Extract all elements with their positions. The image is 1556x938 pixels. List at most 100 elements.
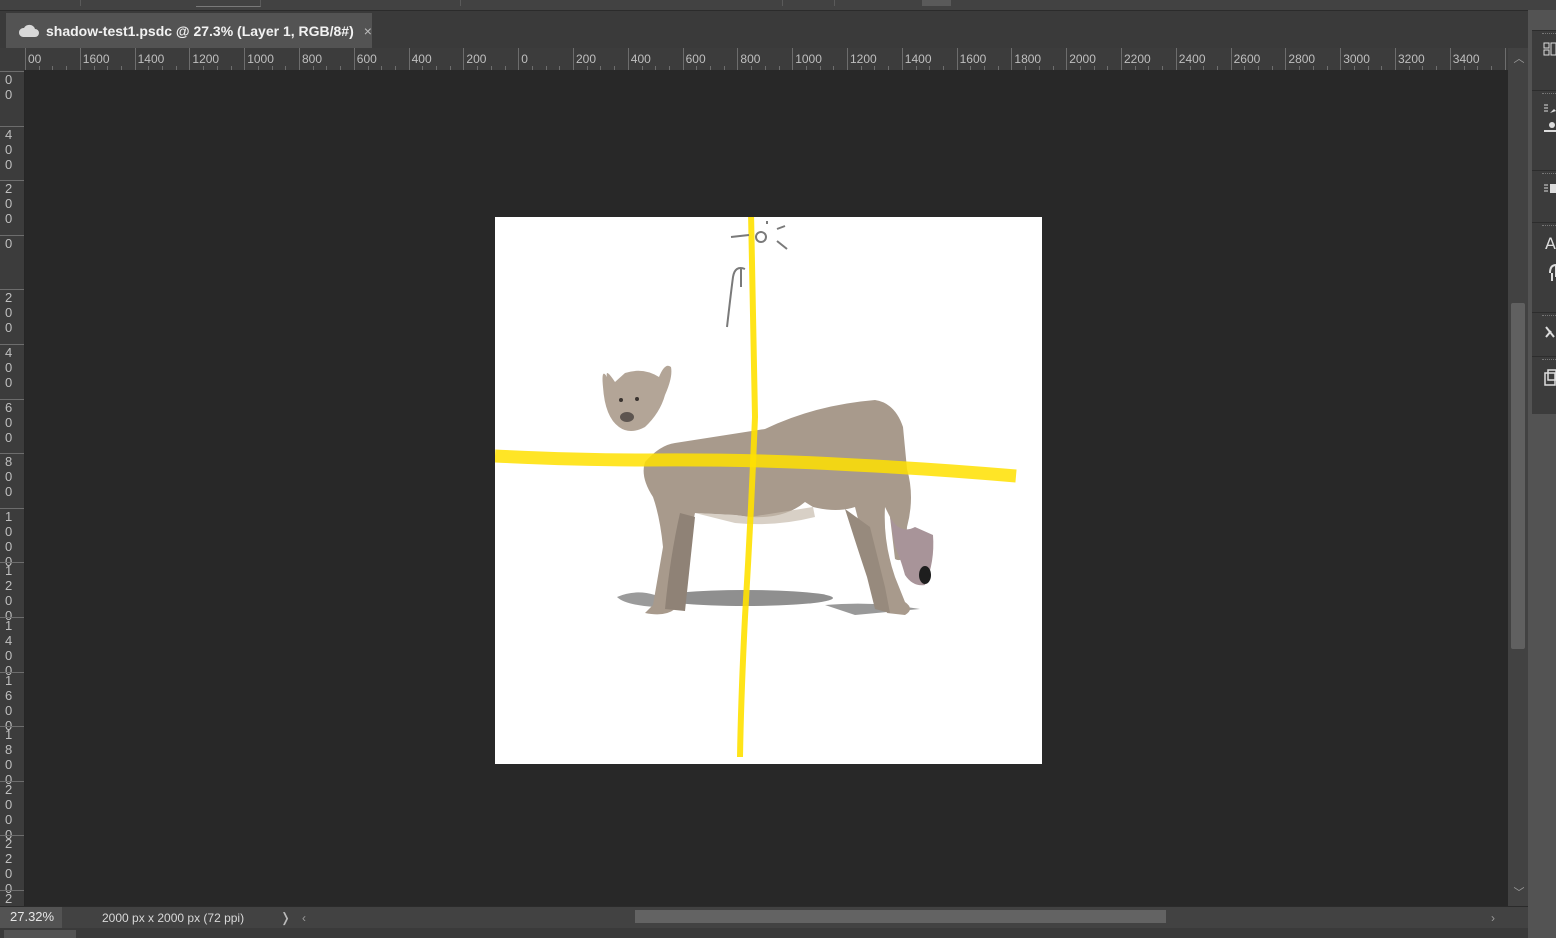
document-tab-bar: shadow-test1.psdc @ 27.3% (Layer 1, RGB/… xyxy=(0,10,1528,49)
ruler-label: 1400 xyxy=(137,52,165,66)
tool-presets-button[interactable] xyxy=(1532,312,1556,353)
adjustments-icon xyxy=(1544,104,1556,132)
ruler-label: 3000 xyxy=(1343,52,1370,66)
ruler-label: 0 xyxy=(5,235,13,251)
ruler-major-tick xyxy=(1011,48,1013,70)
ruler-label: 2200 xyxy=(1124,52,1151,66)
ruler-label: 1400 xyxy=(904,52,932,66)
ruler-label: 400 xyxy=(630,52,651,66)
ruler-label: 00 xyxy=(28,52,42,66)
character-button[interactable]: A xyxy=(1532,222,1556,281)
ruler-major-tick xyxy=(1340,48,1342,70)
ruler-label: 400 xyxy=(411,52,432,66)
ruler-label: 1 6 0 0 xyxy=(5,672,13,733)
document-tab-title: shadow-test1.psdc @ 27.3% (Layer 1, RGB/… xyxy=(46,23,354,39)
ruler-label: 1 2 0 0 xyxy=(5,563,13,624)
ruler-label: 2400 xyxy=(1178,52,1206,66)
ruler-label: 1000 xyxy=(247,52,274,66)
clone-source-button[interactable] xyxy=(1532,356,1556,397)
cloud-icon xyxy=(18,24,39,37)
ruler-label: 600 xyxy=(356,52,377,66)
bottom-strip xyxy=(0,928,1556,938)
ruler-label: 1200 xyxy=(850,52,877,66)
ruler-label: 2 4 0 xyxy=(5,891,13,906)
ruler-major-tick xyxy=(189,48,191,70)
scroll-down-icon[interactable]: ﹀ xyxy=(1512,886,1526,900)
ruler-label: 800 xyxy=(740,52,761,66)
layers-icon xyxy=(1544,184,1556,193)
ruler-label: 4 0 0 xyxy=(5,345,13,390)
ruler-label: 2 2 0 0 xyxy=(5,836,13,897)
document-tab[interactable]: shadow-test1.psdc @ 27.3% (Layer 1, RGB/… xyxy=(6,13,372,49)
ruler-major-tick xyxy=(1230,48,1232,70)
horizontal-ruler[interactable]: 00 1600 1400 1200 1000 800 600 400 200 0 200 400 600… xyxy=(0,48,1508,71)
ruler-major-tick xyxy=(1175,48,1177,70)
ruler-major-tick xyxy=(25,48,26,70)
ruler-label: 0 xyxy=(521,52,528,66)
ruler-label: 1 0 0 0 xyxy=(5,508,13,569)
ruler-label: 1600 xyxy=(82,52,110,66)
ruler-label: 1800 xyxy=(1014,52,1042,66)
ruler-major-tick xyxy=(682,48,684,70)
ruler-label: 2600 xyxy=(1233,52,1261,66)
ruler-label: 1200 xyxy=(192,52,220,66)
ruler-label: 1000 xyxy=(795,52,822,66)
ruler-label: 1600 xyxy=(959,52,987,66)
ruler-label: 0 0 xyxy=(5,72,13,102)
properties-icon xyxy=(1543,42,1556,56)
document-canvas[interactable] xyxy=(495,217,1042,764)
horizontal-scroll-thumb[interactable] xyxy=(635,910,1166,923)
scroll-up-icon[interactable]: ︿ xyxy=(1512,52,1526,66)
ruler-major-tick xyxy=(956,48,958,70)
ruler-major-tick xyxy=(1504,48,1506,70)
ruler-major-tick xyxy=(518,48,520,70)
vertical-ruler[interactable]: 0 0 4 0 0 2 0 0 0 2 0 0 4 0 0 6 0 0 8 0 0 1 0 0 … xyxy=(0,70,25,906)
ruler-major-tick xyxy=(847,48,848,70)
canvas-artwork xyxy=(495,217,1017,758)
document-info: 2000 px x 2000 px (72 ppi) xyxy=(102,911,245,925)
options-bar-remnant xyxy=(0,0,1556,10)
ruler-major-tick xyxy=(627,48,629,70)
ruler-label: 3200 xyxy=(1398,52,1425,66)
svg-text:A: A xyxy=(1545,234,1556,253)
ruler-label: 2 0 0 xyxy=(5,181,13,227)
ruler-major-tick xyxy=(1066,48,1068,70)
vertical-scroll-thumb[interactable] xyxy=(1511,303,1525,649)
clone-source-icon xyxy=(1544,369,1556,386)
properties-button[interactable] xyxy=(1532,30,1556,71)
ruler-major-tick xyxy=(737,48,739,70)
ruler-label: 200 xyxy=(576,52,597,66)
ruler-major-tick xyxy=(134,48,136,70)
ruler-label: 3400 xyxy=(1452,52,1480,66)
zoom-level-field[interactable]: 27.32% xyxy=(0,907,62,929)
scroll-right-icon[interactable]: › xyxy=(1491,907,1495,929)
status-bar: 27.32% 2000 px x 2000 px (72 ppi) ❭ ‹ › xyxy=(0,906,1528,929)
layers-button[interactable] xyxy=(1532,170,1556,211)
ruler-major-tick xyxy=(792,48,794,70)
right-panel-dock: A xyxy=(1528,10,1556,938)
ruler-major-tick xyxy=(299,48,300,70)
ruler-major-tick xyxy=(79,48,81,70)
ruler-major-tick xyxy=(244,48,246,70)
ruler-major-tick xyxy=(573,48,574,70)
ruler-major-tick xyxy=(463,48,465,70)
lioness-image xyxy=(602,365,934,615)
ruler-label: 800 xyxy=(302,52,323,66)
ruler-major-tick xyxy=(901,48,903,70)
ruler-label: 2000 xyxy=(1069,52,1096,66)
ruler-label: 4 0 0 xyxy=(5,126,13,172)
ruler-label: 1 4 0 0 xyxy=(5,618,13,678)
close-tab-icon[interactable]: × xyxy=(364,23,372,39)
scroll-left-icon[interactable]: ‹ xyxy=(302,907,306,929)
tool-presets-icon xyxy=(1545,326,1555,338)
ruler-label: 600 xyxy=(685,52,706,66)
ruler-label: 200 xyxy=(466,52,487,66)
ruler-major-tick xyxy=(1449,48,1451,70)
ruler-label: 8 0 0 xyxy=(5,454,13,500)
ruler-label: 2800 xyxy=(1288,52,1316,66)
ruler-major-tick xyxy=(1285,48,1287,70)
character-icon: A xyxy=(1545,234,1556,281)
adjustments-button[interactable] xyxy=(1532,90,1556,132)
status-menu-chevron-icon[interactable]: ❭ xyxy=(280,907,291,929)
ruler-label: 1 8 0 0 xyxy=(5,727,13,788)
